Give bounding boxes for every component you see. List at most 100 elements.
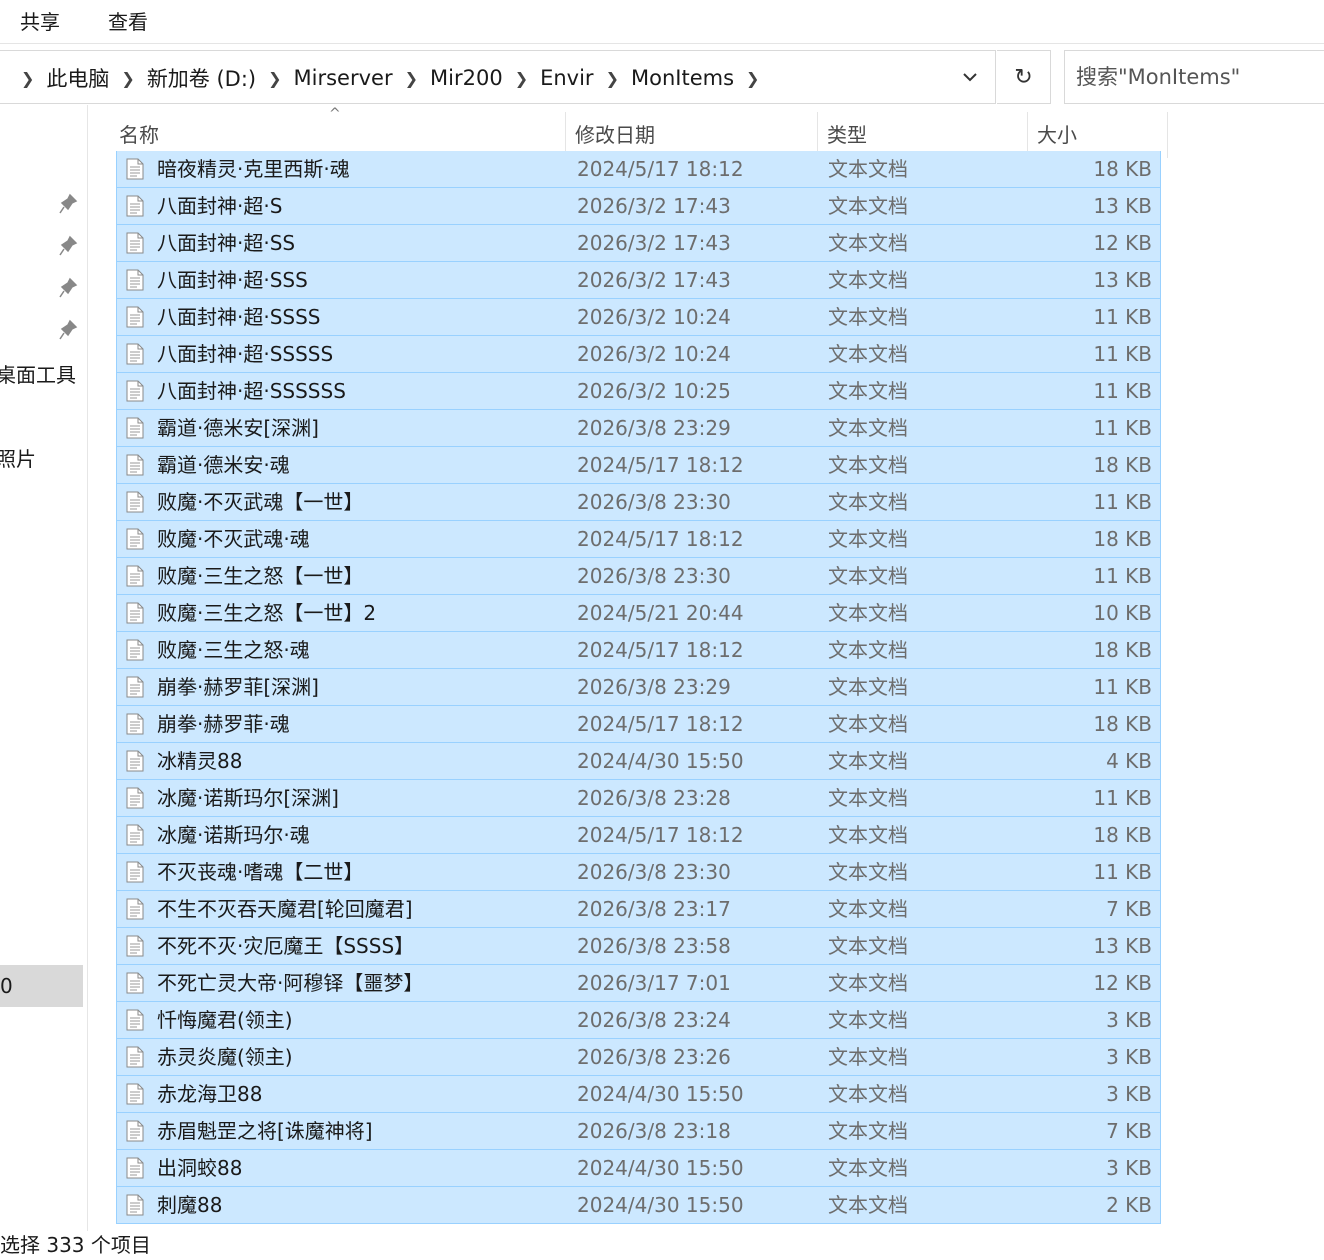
file-type: 文本文档	[828, 1193, 908, 1217]
file-row[interactable]: 忏悔魔君(领主) 2026/3/8 23:24 文本文档 3 KB	[116, 1002, 1161, 1039]
file-name: 八面封神·超·SSSS	[157, 305, 321, 329]
file-date-modified: 2026/3/2 17:43	[577, 231, 731, 255]
file-row[interactable]: 八面封神·超·SSSS 2026/3/2 10:24 文本文档 11 KB	[116, 299, 1161, 336]
chevron-right-icon[interactable]: ❯	[14, 69, 41, 88]
file-type: 文本文档	[828, 1156, 908, 1180]
file-type: 文本文档	[828, 194, 908, 218]
file-date-modified: 2026/3/8 23:29	[577, 416, 731, 440]
file-row[interactable]: 出洞蛟88 2024/4/30 15:50 文本文档 3 KB	[116, 1150, 1161, 1187]
breadcrumb-mirserver[interactable]: Mirserver	[289, 66, 398, 90]
file-name: 八面封神·超·SS	[157, 231, 296, 255]
file-size: 11 KB	[1093, 342, 1152, 366]
nav-item-photos[interactable]: 照片	[0, 443, 36, 472]
text-file-icon	[126, 491, 144, 513]
chevron-right-icon[interactable]: ❯	[398, 69, 425, 88]
file-date-modified: 2026/3/2 10:25	[577, 379, 731, 403]
pin-icon[interactable]	[58, 235, 78, 257]
file-name: 霸道·德米安[深渊]	[157, 416, 319, 440]
breadcrumb-monitems[interactable]: MonItems	[626, 66, 739, 90]
file-name: 赤灵炎魔(领主)	[157, 1045, 293, 1069]
file-name: 冰魔·诺斯玛尔·魂	[157, 823, 310, 847]
file-size: 11 KB	[1093, 860, 1152, 884]
file-size: 11 KB	[1093, 379, 1152, 403]
file-row[interactable]: 八面封神·超·SSSSSS 2026/3/2 10:25 文本文档 11 KB	[116, 373, 1161, 410]
text-file-icon	[126, 1009, 144, 1031]
chevron-right-icon[interactable]: ❯	[261, 69, 288, 88]
address-history-dropdown[interactable]	[945, 51, 995, 103]
file-row[interactable]: 崩拳·赫罗菲[深渊] 2026/3/8 23:29 文本文档 11 KB	[116, 669, 1161, 706]
file-name: 忏悔魔君(领主)	[157, 1008, 293, 1032]
file-row[interactable]: 赤灵炎魔(领主) 2026/3/8 23:26 文本文档 3 KB	[116, 1039, 1161, 1076]
text-file-icon	[126, 269, 144, 291]
file-row[interactable]: 八面封神·超·SSS 2026/3/2 17:43 文本文档 13 KB	[116, 262, 1161, 299]
breadcrumb-envir[interactable]: Envir	[535, 66, 598, 90]
file-type: 文本文档	[828, 749, 908, 773]
file-row[interactable]: 不死不灭·灾厄魔王【SSSS】 2026/3/8 23:58 文本文档 13 KB	[116, 928, 1161, 965]
text-file-icon	[126, 713, 144, 735]
file-type: 文本文档	[828, 675, 908, 699]
text-file-icon	[126, 1046, 144, 1068]
file-size: 3 KB	[1106, 1045, 1152, 1069]
file-size: 11 KB	[1093, 490, 1152, 514]
nav-item-desktop-tools[interactable]: 桌面工具	[0, 359, 76, 388]
file-type: 文本文档	[828, 490, 908, 514]
pin-icon[interactable]	[58, 277, 78, 299]
file-name: 八面封神·超·SSSSS	[157, 342, 334, 366]
file-row[interactable]: 败魔·三生之怒【一世】 2026/3/8 23:30 文本文档 11 KB	[116, 558, 1161, 595]
chevron-right-icon[interactable]: ❯	[114, 69, 141, 88]
file-date-modified: 2026/3/8 23:30	[577, 490, 731, 514]
search-input[interactable]: 搜索"MonItems"	[1064, 50, 1324, 104]
file-row[interactable]: 霸道·德米安[深渊] 2026/3/8 23:29 文本文档 11 KB	[116, 410, 1161, 447]
file-row[interactable]: 败魔·不灭武魂【一世】 2026/3/8 23:30 文本文档 11 KB	[116, 484, 1161, 521]
file-type: 文本文档	[828, 897, 908, 921]
chevron-right-icon[interactable]: ❯	[739, 69, 766, 88]
chevron-right-icon[interactable]: ❯	[508, 69, 535, 88]
file-row[interactable]: 赤眉魁罡之将[诛魔神将] 2026/3/8 23:18 文本文档 7 KB	[116, 1113, 1161, 1150]
file-size: 18 KB	[1093, 527, 1152, 551]
file-row[interactable]: 败魔·三生之怒【一世】2 2024/5/21 20:44 文本文档 10 KB	[116, 595, 1161, 632]
file-name: 败魔·三生之怒【一世】	[157, 564, 364, 588]
breadcrumb-this-pc[interactable]: 此电脑	[41, 63, 114, 93]
file-row[interactable]: 冰精灵88 2024/4/30 15:50 文本文档 4 KB	[116, 743, 1161, 780]
file-row[interactable]: 败魔·不灭武魂·魂 2024/5/17 18:12 文本文档 18 KB	[116, 521, 1161, 558]
nav-item-selected[interactable]: 0	[0, 965, 83, 1007]
file-type: 文本文档	[828, 934, 908, 958]
chevron-right-icon[interactable]: ❯	[599, 69, 626, 88]
breadcrumb-mir200[interactable]: Mir200	[425, 66, 508, 90]
file-row[interactable]: 不死亡灵大帝·阿穆铎【噩梦】 2026/3/17 7:01 文本文档 12 KB	[116, 965, 1161, 1002]
text-file-icon	[126, 824, 144, 846]
file-size: 18 KB	[1093, 712, 1152, 736]
tab-share[interactable]: 共享	[20, 6, 60, 38]
file-row[interactable]: 暗夜精灵·克里西斯·魂 2024/5/17 18:12 文本文档 18 KB	[116, 151, 1161, 188]
file-row[interactable]: 霸道·德米安·魂 2024/5/17 18:12 文本文档 18 KB	[116, 447, 1161, 484]
file-row[interactable]: 刺魔88 2024/4/30 15:50 文本文档 2 KB	[116, 1187, 1161, 1224]
file-size: 13 KB	[1093, 934, 1152, 958]
file-row[interactable]: 八面封神·超·SS 2026/3/2 17:43 文本文档 12 KB	[116, 225, 1161, 262]
file-row[interactable]: 不生不灭吞天魔君[轮回魔君] 2026/3/8 23:17 文本文档 7 KB	[116, 891, 1161, 928]
text-file-icon	[126, 898, 144, 920]
address-bar[interactable]: ❯ 此电脑 ❯ 新加卷 (D:) ❯ Mirserver ❯ Mir200 ❯ …	[0, 50, 996, 104]
tab-view[interactable]: 查看	[108, 6, 148, 38]
file-row[interactable]: 赤龙海卫88 2024/4/30 15:50 文本文档 3 KB	[116, 1076, 1161, 1113]
pin-icon[interactable]	[58, 193, 78, 215]
breadcrumb-drive-d[interactable]: 新加卷 (D:)	[142, 63, 261, 93]
file-date-modified: 2026/3/17 7:01	[577, 971, 731, 995]
file-row[interactable]: 崩拳·赫罗菲·魂 2024/5/17 18:12 文本文档 18 KB	[116, 706, 1161, 743]
file-row[interactable]: 冰魔·诺斯玛尔·魂 2024/5/17 18:12 文本文档 18 KB	[116, 817, 1161, 854]
text-file-icon	[126, 787, 144, 809]
file-name: 出洞蛟88	[157, 1156, 243, 1180]
file-row[interactable]: 败魔·三生之怒·魂 2024/5/17 18:12 文本文档 18 KB	[116, 632, 1161, 669]
refresh-button[interactable]: ↻	[997, 50, 1051, 104]
file-date-modified: 2024/4/30 15:50	[577, 1156, 744, 1180]
file-row[interactable]: 不灭丧魂·嗜魂【二世】 2026/3/8 23:30 文本文档 11 KB	[116, 854, 1161, 891]
file-row[interactable]: 八面封神·超·S 2026/3/2 17:43 文本文档 13 KB	[116, 188, 1161, 225]
file-type: 文本文档	[828, 342, 908, 366]
file-name: 八面封神·超·SSS	[157, 268, 308, 292]
file-size: 12 KB	[1093, 971, 1152, 995]
file-row[interactable]: 冰魔·诺斯玛尔[深渊] 2026/3/8 23:28 文本文档 11 KB	[116, 780, 1161, 817]
file-size: 18 KB	[1093, 638, 1152, 662]
file-date-modified: 2026/3/8 23:28	[577, 786, 731, 810]
file-row[interactable]: 八面封神·超·SSSSS 2026/3/2 10:24 文本文档 11 KB	[116, 336, 1161, 373]
pin-icon[interactable]	[58, 319, 78, 341]
file-size: 18 KB	[1093, 823, 1152, 847]
